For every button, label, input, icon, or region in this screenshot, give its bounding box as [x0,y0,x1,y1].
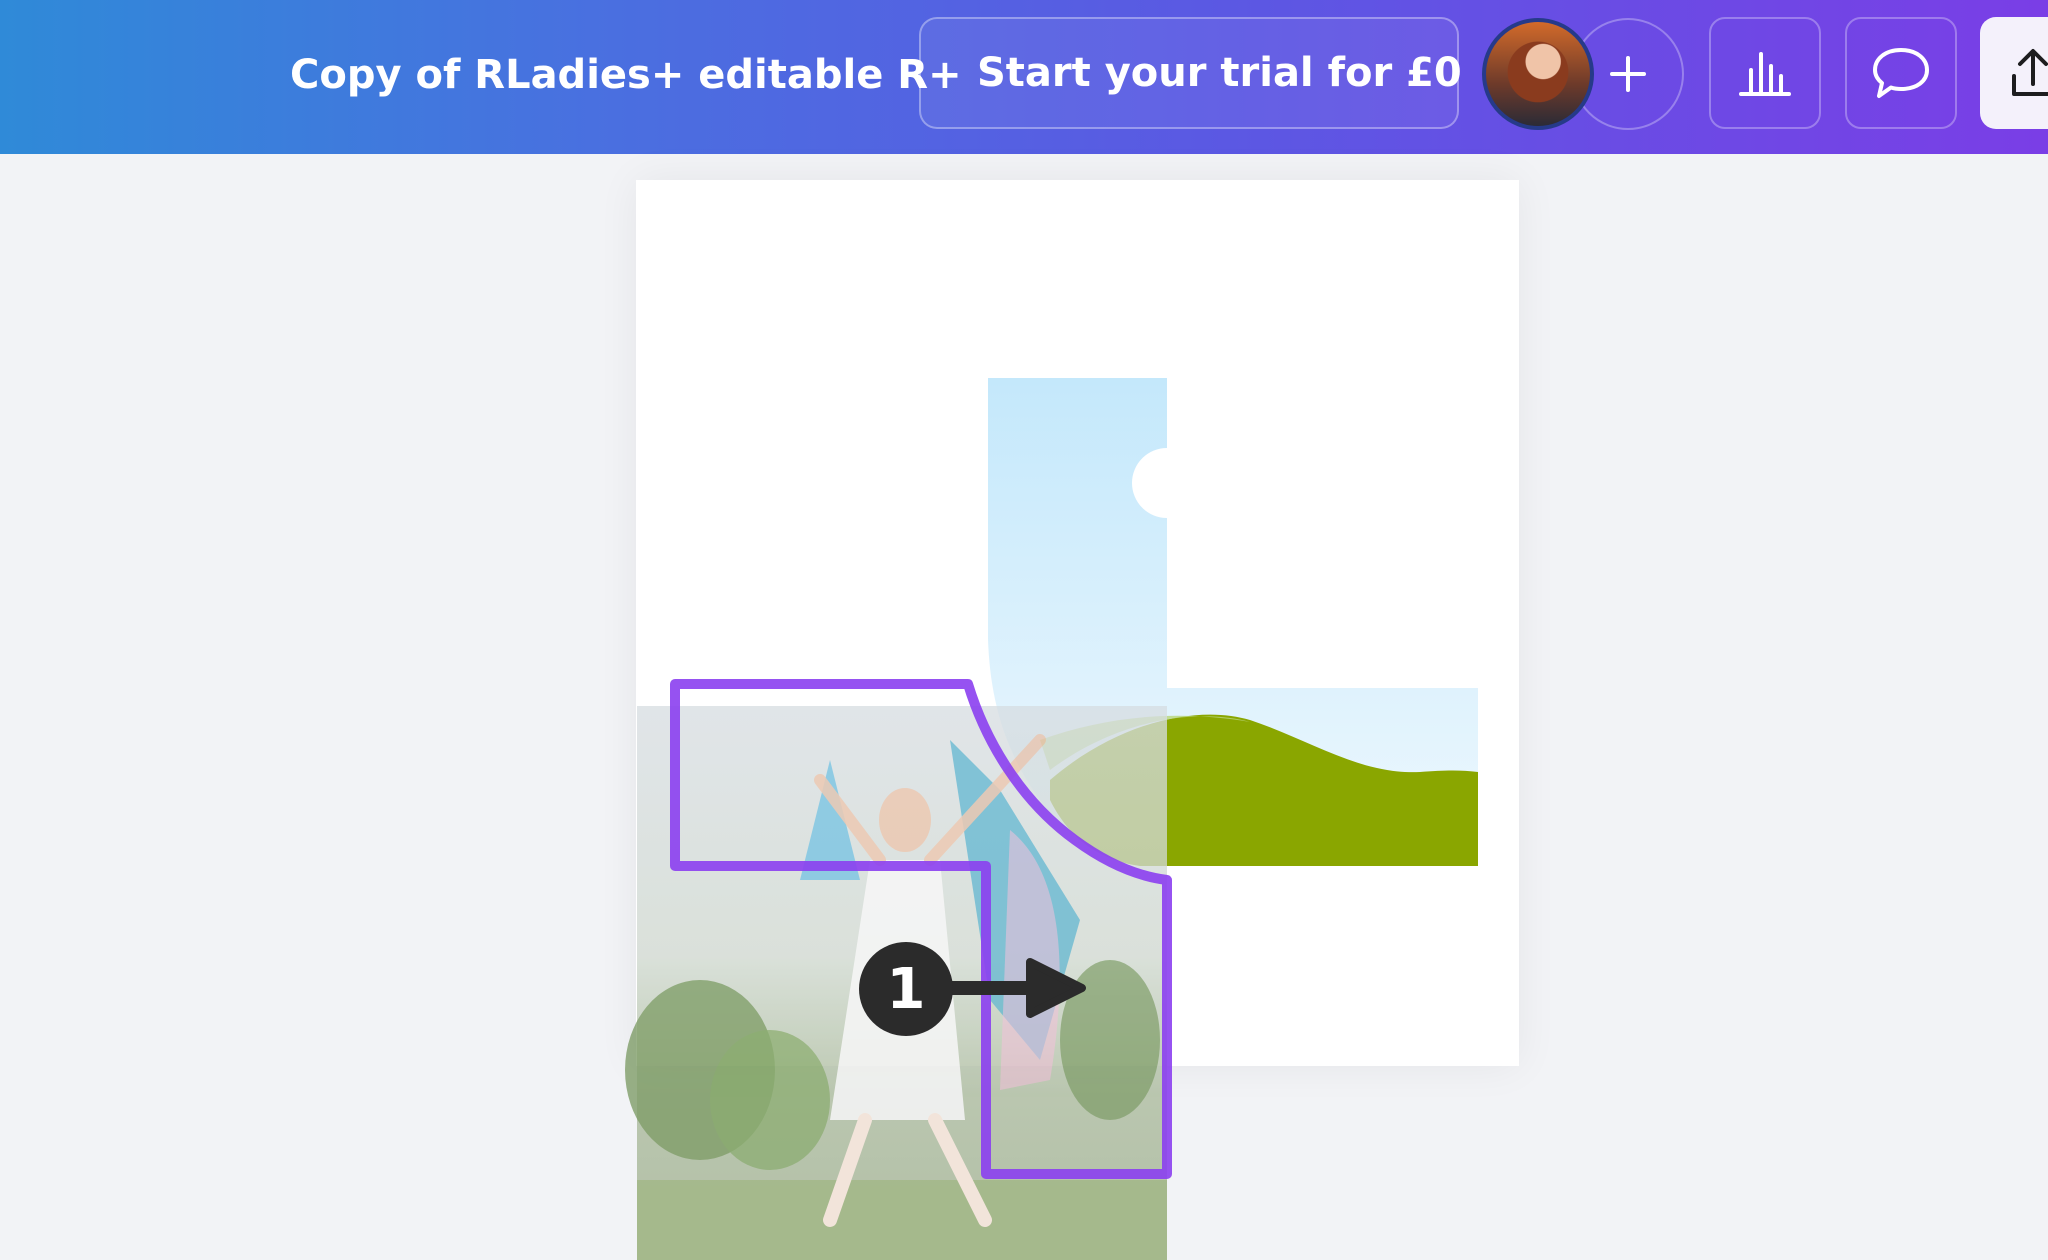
design-artwork [625,378,1478,1260]
user-avatar[interactable] [1482,18,1594,130]
step-number-badge: 1 [859,942,953,1036]
